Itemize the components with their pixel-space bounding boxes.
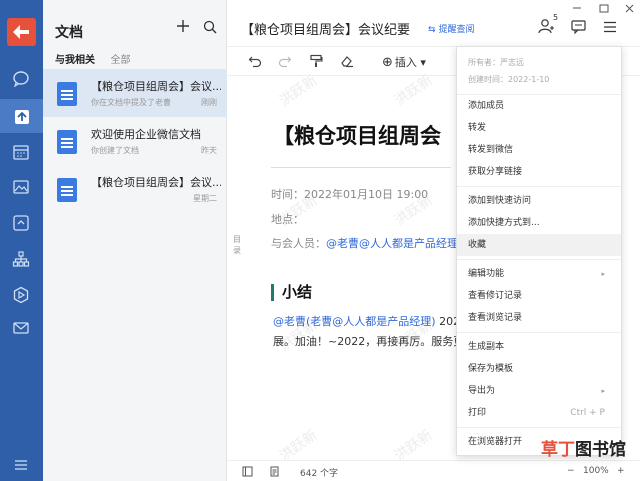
calendar-icon[interactable] bbox=[12, 143, 30, 161]
more-menu-icon[interactable] bbox=[603, 21, 617, 36]
doc-item-time: 昨天 bbox=[201, 146, 217, 155]
doc-list-item[interactable]: 【粮仓项目组周会】会议... 星期二 bbox=[43, 165, 227, 213]
minimize-icon[interactable] bbox=[572, 4, 582, 15]
zoom-in-button[interactable]: + bbox=[617, 466, 625, 476]
attendees-label: 与会人员： bbox=[271, 237, 326, 250]
org-chart-icon[interactable] bbox=[12, 250, 30, 268]
meeting-place: 地点： bbox=[271, 213, 304, 226]
doc-item-subtitle: 你在文档中提及了老曹 bbox=[91, 98, 171, 107]
chat-icon[interactable] bbox=[12, 70, 30, 88]
menu-item-make-copy[interactable]: 生成副本 bbox=[457, 336, 621, 358]
mail-icon[interactable] bbox=[12, 319, 30, 337]
menu-divider bbox=[457, 332, 621, 333]
menu-item-view-history[interactable]: 查看浏览记录 bbox=[457, 307, 621, 329]
insert-dropdown-icon: ▾ bbox=[416, 56, 426, 69]
submenu-arrow-icon: ▸ bbox=[601, 387, 605, 395]
toc-toggle[interactable]: 目录 bbox=[233, 234, 245, 256]
doc-filter-tabs: 与我相关 全部 bbox=[55, 51, 143, 71]
document-title: 【粮仓项目组周会】会议纪要 bbox=[241, 23, 411, 38]
app-sidebar bbox=[0, 0, 43, 481]
insert-label: 插入 bbox=[394, 56, 417, 69]
menu-item-add-shortcut[interactable]: 添加快捷方式到... bbox=[457, 212, 621, 234]
submenu-arrow-icon: ▸ bbox=[601, 270, 605, 278]
menu-item-forward-wechat[interactable]: 转发到微信 bbox=[457, 139, 621, 161]
maximize-icon[interactable] bbox=[599, 4, 609, 16]
doc-list-item[interactable]: 欢迎使用企业微信文档 你创建了文档 昨天 bbox=[43, 117, 227, 165]
doc-item-name: 欢迎使用企业微信文档 bbox=[91, 128, 201, 141]
insert-plus-icon: ⊕ bbox=[382, 55, 393, 70]
doclist-title: 文档 bbox=[55, 25, 83, 41]
summary-mention[interactable]: @老曹(老曹@人人都是产品经理) bbox=[273, 315, 436, 328]
meeting-attendees: 与会人员：@老曹@人人都是产品经理 bbox=[271, 235, 458, 251]
doc-list-item[interactable]: 【粮仓项目组周会】会议... 你在文档中提及了老曹 刚刚 bbox=[43, 69, 227, 117]
document-heading: 【粮仓项目组周会 bbox=[273, 124, 441, 148]
workbench-icon[interactable] bbox=[12, 286, 30, 304]
doc-item-name: 【粮仓项目组周会】会议... bbox=[91, 80, 221, 93]
menu-item-edit-features[interactable]: 编辑功能 ▸ bbox=[457, 263, 621, 285]
new-doc-plus-icon[interactable] bbox=[175, 18, 191, 34]
doc-file-icon bbox=[57, 178, 77, 202]
menu-item-print[interactable]: 打印 Ctrl + P bbox=[457, 402, 621, 424]
redo-icon[interactable] bbox=[278, 54, 292, 68]
menu-item-export[interactable]: 导出为 ▸ bbox=[457, 380, 621, 402]
heading-divider bbox=[271, 167, 451, 168]
menu-divider bbox=[457, 259, 621, 260]
print-shortcut: Ctrl + P bbox=[570, 408, 605, 418]
menu-divider bbox=[457, 427, 621, 428]
undo-icon[interactable] bbox=[248, 54, 262, 68]
member-count-badge: 5 bbox=[553, 13, 559, 22]
status-bar: 642 个字 − 100% + bbox=[227, 460, 640, 481]
search-icon[interactable] bbox=[203, 20, 217, 34]
link-icon[interactable] bbox=[12, 214, 30, 232]
doc-item-time: 星期二 bbox=[193, 194, 217, 203]
menu-item-favorite[interactable]: 收藏 bbox=[457, 234, 621, 256]
menu-icon[interactable] bbox=[12, 456, 30, 474]
menu-item-forward[interactable]: 转发 bbox=[457, 117, 621, 139]
document-more-menu: 所有者：严志远 创建时间：2022-1-10 添加成员 转发 转发到微信 获取分… bbox=[456, 46, 622, 456]
close-icon[interactable] bbox=[625, 4, 634, 16]
outline-icon[interactable] bbox=[242, 466, 253, 480]
filter-all[interactable]: 全部 bbox=[111, 55, 131, 66]
menu-item-add-member[interactable]: 添加成员 bbox=[457, 95, 621, 117]
comment-icon[interactable] bbox=[571, 20, 586, 37]
docs-icon[interactable] bbox=[0, 99, 43, 133]
menu-item-share-link[interactable]: 获取分享链接 bbox=[457, 161, 621, 183]
summary-line-2: 展。加油！~2022，再接再厉。服务更 bbox=[273, 335, 465, 348]
menu-item-save-template[interactable]: 保存为模板 bbox=[457, 358, 621, 380]
doc-file-icon bbox=[57, 82, 77, 106]
remind-read-link[interactable]: 提醒查阅 bbox=[428, 22, 475, 35]
doc-item-name: 【粮仓项目组周会】会议... bbox=[91, 176, 221, 189]
menu-divider bbox=[457, 186, 621, 187]
meeting-time: 时间：2022年01月10日 19:00 bbox=[271, 188, 429, 201]
corner-brand-logo: 草丁图书馆 bbox=[541, 440, 626, 460]
doc-item-subtitle: 你创建了文档 bbox=[91, 146, 139, 155]
word-count: 642 个字 bbox=[300, 469, 339, 479]
doc-item-time: 刚刚 bbox=[201, 98, 217, 107]
insert-menu-button[interactable]: ⊕ 插入 ▾ bbox=[382, 54, 426, 70]
attendees-mention[interactable]: @老曹@人人都是产品经理 bbox=[326, 237, 458, 250]
doc-list-pane: 文档 与我相关 全部 【粮仓项目组周会】会议... 你在文档中提及了老曹 刚刚 … bbox=[43, 0, 227, 481]
eraser-icon[interactable] bbox=[340, 54, 354, 68]
doc-info-icon[interactable] bbox=[269, 466, 280, 480]
menu-item-revision-history[interactable]: 查看修订记录 bbox=[457, 285, 621, 307]
summary-line-1: @老曹(老曹@人人都是产品经理) 202 bbox=[273, 315, 461, 328]
menu-owner: 所有者：严志远 bbox=[468, 58, 524, 67]
app-logo-icon[interactable] bbox=[7, 18, 36, 46]
zoom-out-button[interactable]: − bbox=[567, 466, 575, 476]
section-heading: 小结 bbox=[271, 284, 312, 301]
format-painter-icon[interactable] bbox=[309, 54, 323, 68]
menu-item-quick-access[interactable]: 添加到快速访问 bbox=[457, 190, 621, 212]
menu-created-time: 创建时间：2022-1-10 bbox=[468, 75, 550, 84]
doc-file-icon bbox=[57, 130, 77, 154]
image-icon[interactable] bbox=[12, 178, 30, 196]
zoom-level[interactable]: 100% bbox=[583, 466, 609, 476]
